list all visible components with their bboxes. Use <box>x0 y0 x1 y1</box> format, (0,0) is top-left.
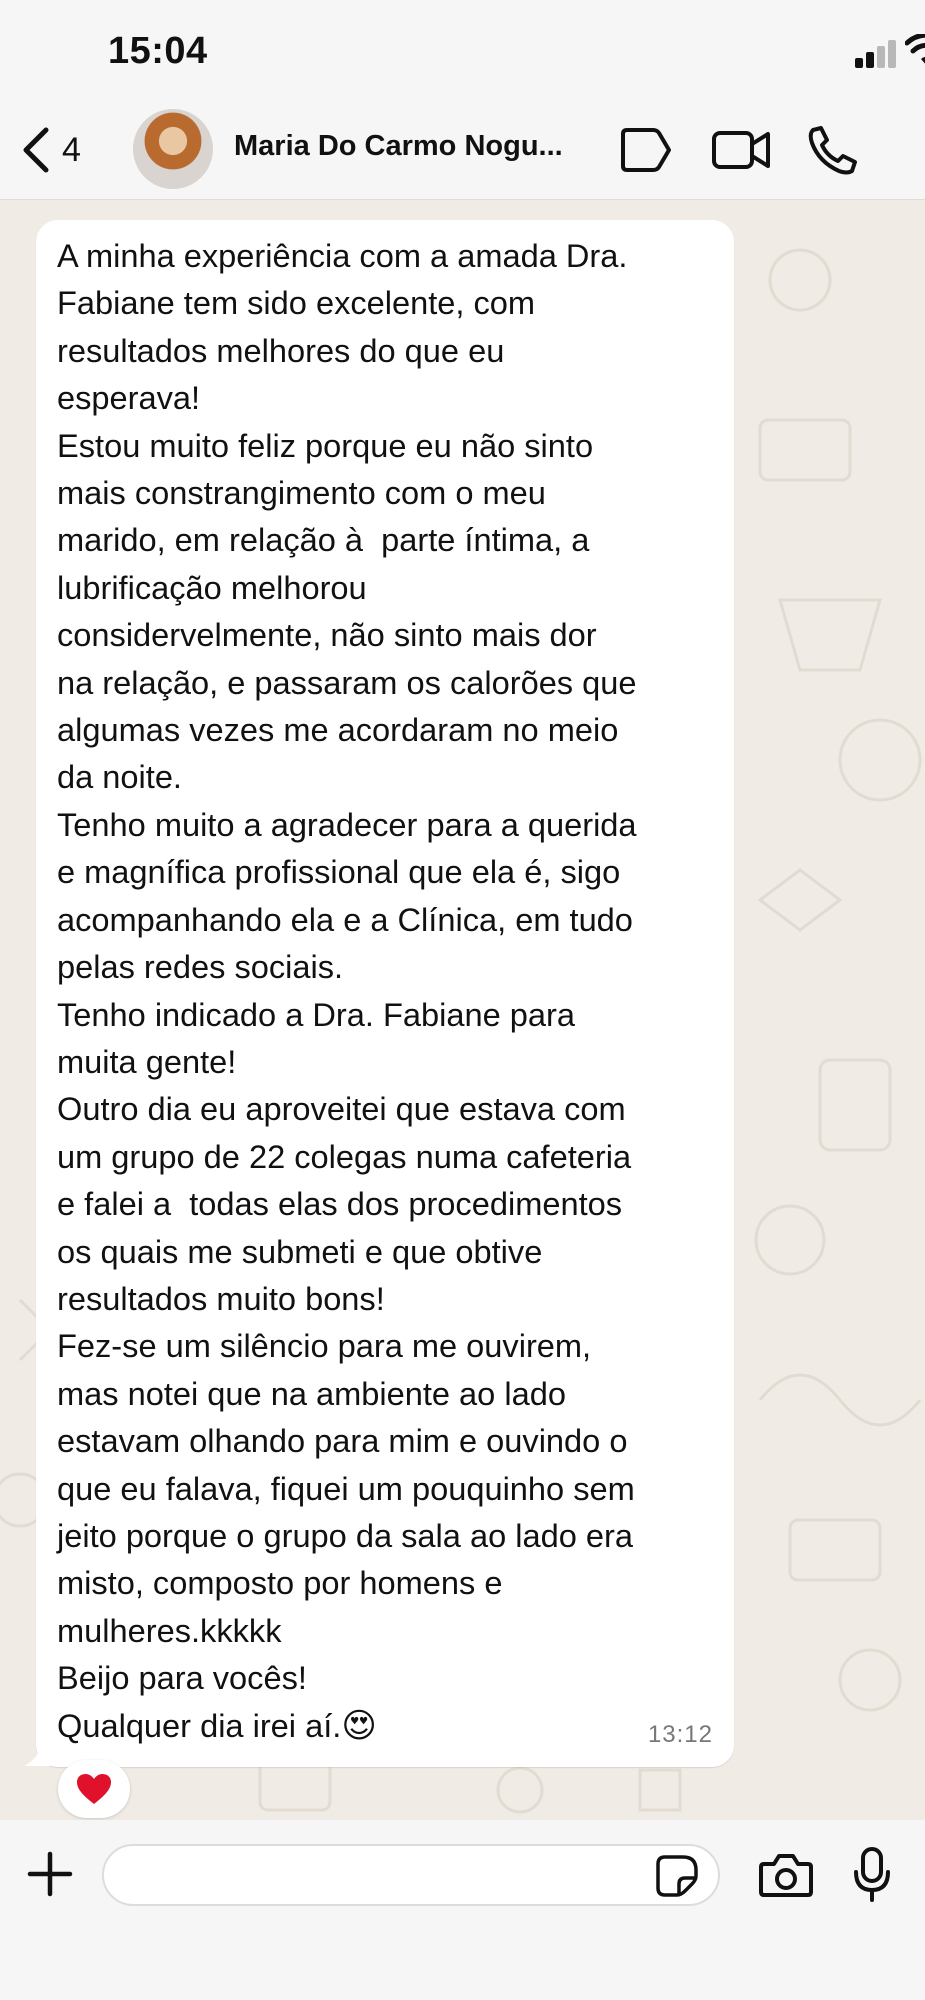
label-tag-icon[interactable] <box>617 124 673 176</box>
message-timestamp: 13:12 <box>647 1721 713 1748</box>
wifi-icon <box>905 34 925 64</box>
heart-icon <box>77 1774 111 1804</box>
smiling-heart-eyes-emoji: 😍 <box>341 1706 377 1745</box>
message-bubble[interactable]: A minha experiência com a amada Dra. Fab… <box>36 220 734 1767</box>
chat-area[interactable]: A minha experiência com a amada Dra. Fab… <box>0 200 925 1820</box>
message-input[interactable] <box>102 1844 720 1906</box>
status-time: 15:04 <box>108 30 208 72</box>
video-camera-icon[interactable] <box>710 124 772 176</box>
contact-name[interactable]: Maria Do Carmo Nogu... <box>234 130 584 163</box>
message-text: A minha experiência com a amada Dra. Fab… <box>57 232 710 1750</box>
avatar[interactable] <box>133 109 213 189</box>
sticker-icon[interactable] <box>655 1854 699 1898</box>
unread-count: 4 <box>62 130 81 169</box>
composer-bar <box>0 1820 925 2000</box>
phone-icon[interactable] <box>807 124 859 176</box>
chat-screen: 15:04 4 Maria Do Carmo Nogu... A minha e… <box>0 0 925 2000</box>
chat-header: 15:04 4 Maria Do Carmo Nogu... <box>0 0 925 200</box>
bubble-tail <box>24 1740 50 1766</box>
back-button[interactable]: 4 <box>20 122 90 178</box>
microphone-icon[interactable] <box>852 1846 892 1904</box>
chevron-left-icon <box>23 127 49 173</box>
reaction-badge[interactable] <box>58 1760 130 1818</box>
camera-icon[interactable] <box>758 1852 814 1898</box>
signal-icon <box>855 34 896 74</box>
plus-icon[interactable] <box>26 1850 74 1898</box>
message-body: A minha experiência com a amada Dra. Fab… <box>57 237 637 1744</box>
